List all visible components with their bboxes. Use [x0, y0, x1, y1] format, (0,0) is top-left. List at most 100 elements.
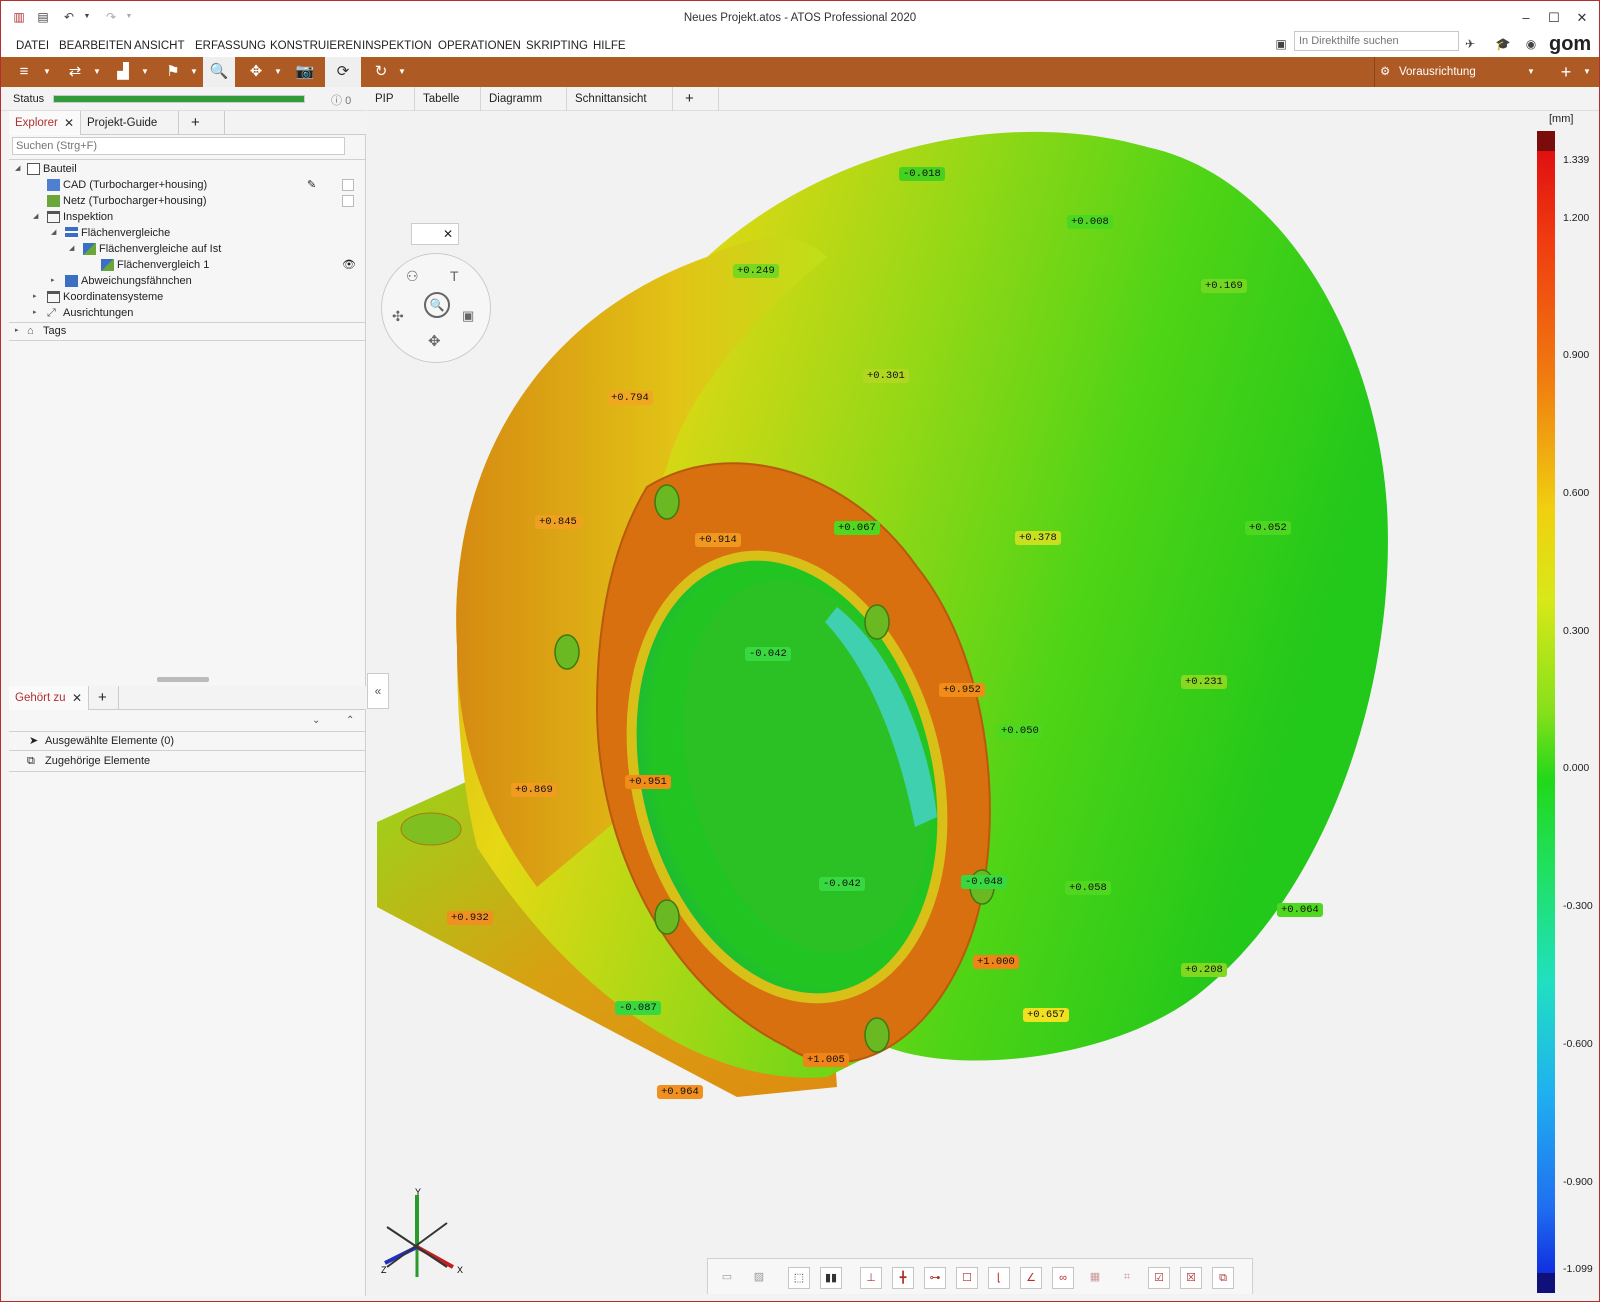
add-tab-button[interactable]: +	[179, 111, 225, 135]
menu-inspektion[interactable]: INSPEKTION	[362, 35, 432, 57]
reject-icon[interactable]: ☒	[1180, 1267, 1202, 1289]
tree-item-koordinatensysteme[interactable]: ▸ Koordinatensysteme	[9, 289, 364, 305]
expand-icon[interactable]: ▸	[15, 323, 25, 339]
visibility-checkbox[interactable]	[342, 195, 354, 207]
deviation-label[interactable]: +0.932	[447, 911, 493, 925]
text-tool-icon[interactable]: T	[450, 268, 459, 284]
deviation-label[interactable]: +0.208	[1181, 963, 1227, 977]
edit-pencil-icon[interactable]: ✎	[307, 177, 316, 193]
store-icon[interactable]: ▣	[1273, 37, 1289, 51]
label-toggle-icon[interactable]: ▭	[716, 1267, 738, 1289]
tree-item-flaechenvergleiche[interactable]: ◢ Flächenvergleiche	[9, 225, 364, 241]
deviation-label[interactable]: +0.964	[657, 1085, 703, 1099]
expand-icon[interactable]: ◢	[15, 161, 25, 177]
deviation-label[interactable]: +0.064	[1277, 903, 1323, 917]
layout-icon[interactable]: ⧉	[1212, 1267, 1234, 1289]
tree-search-input[interactable]	[12, 137, 345, 155]
zoom-tool-icon[interactable]: 🔍	[203, 57, 235, 87]
select-icon[interactable]: ⬚	[788, 1267, 810, 1289]
tree-item-ausrichtungen[interactable]: ▸ ⤢ Ausrichtungen	[9, 305, 364, 321]
menu-operationen[interactable]: OPERATIONEN	[438, 35, 521, 57]
deviation-label[interactable]: -0.087	[615, 1001, 661, 1015]
3d-viewport[interactable]: PIP Tabelle Diagramm Schnittansicht + « …	[367, 87, 1599, 1296]
collapse-panel-button[interactable]: «	[367, 673, 389, 709]
grid-icon[interactable]: ▦	[1084, 1267, 1106, 1289]
close-icon[interactable]: ✕	[443, 227, 453, 241]
menu-konstruieren[interactable]: KONSTRUIEREN	[270, 35, 361, 57]
close-window-button[interactable]: ✕	[1568, 7, 1596, 29]
help-search-input[interactable]	[1294, 31, 1459, 51]
rotate-icon[interactable]: ✣	[392, 308, 404, 325]
deviation-label[interactable]: +0.052	[1245, 521, 1291, 535]
tab-project-guide[interactable]: Projekt-Guide	[81, 111, 179, 135]
expand-all-icon[interactable]: ⌄	[312, 715, 320, 726]
align-dropdown-icon[interactable]: ▼	[93, 57, 101, 87]
deviation-label[interactable]: +0.050	[997, 724, 1043, 738]
chart-tool-icon[interactable]: ▟	[111, 57, 135, 87]
deviation-label[interactable]: +1.005	[803, 1053, 849, 1067]
tree-item-bauteil[interactable]: ◢ Bauteil	[9, 161, 364, 177]
minimize-button[interactable]: –	[1512, 7, 1540, 29]
deviation-label[interactable]: +0.794	[607, 391, 653, 405]
expand-icon[interactable]: ◢	[69, 241, 79, 257]
deviation-label[interactable]: +0.657	[1023, 1008, 1069, 1022]
menu-erfassung[interactable]: ERFASSUNG	[195, 35, 266, 57]
deviation-label[interactable]: +0.058	[1065, 881, 1111, 895]
section-icon[interactable]: ⊥	[860, 1267, 882, 1289]
tree-item-inspektion[interactable]: ◢ Inspektion	[9, 209, 364, 225]
deviation-label[interactable]: +0.869	[511, 783, 557, 797]
refresh-icon[interactable]: ⟳	[325, 57, 361, 87]
menu-datei[interactable]: DATEI	[16, 35, 49, 57]
tree-item-flaechenvergleich-1[interactable]: Flächenvergleich 1 👁	[9, 257, 364, 273]
selected-elements-row[interactable]: ➤ Ausgewählte Elemente (0)	[9, 733, 364, 749]
view-object-icon[interactable]: ⚇	[406, 268, 419, 285]
pan-icon[interactable]: ✥	[428, 332, 441, 350]
chart-dropdown-icon[interactable]: ▼	[141, 57, 149, 87]
distance-icon[interactable]: ⊶	[924, 1267, 946, 1289]
menu-bearbeiten[interactable]: BEARBEITEN	[59, 35, 132, 57]
check-icon[interactable]: ☑	[1148, 1267, 1170, 1289]
navigate-dropdown-icon[interactable]: ▼	[274, 57, 282, 87]
deviation-label[interactable]: -0.042	[819, 877, 865, 891]
expand-icon[interactable]: ▸	[33, 289, 43, 305]
deviation-label[interactable]: -0.018	[899, 167, 945, 181]
tree-item-netz[interactable]: Netz (Turbocharger+housing)	[9, 193, 364, 209]
deviation-label[interactable]: -0.048	[961, 875, 1007, 889]
deviation-label[interactable]: +0.914	[695, 533, 741, 547]
tree-item-tags[interactable]: ▸ ⌂ Tags	[9, 323, 364, 339]
recalculate-dropdown-icon[interactable]: ▼	[398, 57, 406, 87]
recalculate-icon[interactable]: ↻	[369, 57, 393, 87]
link-icon[interactable]: ∞	[1052, 1267, 1074, 1289]
menu-icon[interactable]: ≡	[13, 57, 35, 87]
bracket-icon[interactable]: ⌊	[988, 1267, 1010, 1289]
add-alignment-icon[interactable]: +	[1553, 57, 1579, 87]
tree-item-abweichungsfaehnchen[interactable]: ▸ Abweichungsfähnchen	[9, 273, 364, 289]
expand-icon[interactable]: ▸	[33, 305, 43, 321]
zoom-wheel-icon[interactable]: 🔍	[424, 292, 450, 318]
expand-icon[interactable]: ◢	[33, 209, 43, 225]
menu-dropdown-icon[interactable]: ▼	[43, 57, 51, 87]
add-dropdown-icon[interactable]: ▼	[1583, 57, 1591, 87]
deviation-label[interactable]: +0.845	[535, 515, 581, 529]
menu-skripting[interactable]: SKRIPTING	[526, 35, 588, 57]
deviation-label[interactable]: +0.249	[733, 264, 779, 278]
expand-icon[interactable]: ▸	[51, 273, 61, 289]
eye-icon[interactable]: 👁	[342, 257, 356, 273]
camera-icon[interactable]: 📷	[292, 57, 318, 87]
align-tool-icon[interactable]: ⇄	[63, 57, 87, 87]
tree-item-cad[interactable]: CAD (Turbocharger+housing) ✎	[9, 177, 364, 193]
frame-icon[interactable]: ☐	[956, 1267, 978, 1289]
menu-hilfe[interactable]: HILFE	[593, 35, 626, 57]
deviation-label[interactable]: +0.952	[939, 683, 985, 697]
tab-belongs-to[interactable]: Gehört zu ✕	[9, 686, 89, 710]
deviation-label[interactable]: +0.169	[1201, 279, 1247, 293]
related-elements-row[interactable]: ⧉ Zugehörige Elemente	[9, 753, 364, 769]
deviation-label[interactable]: +0.231	[1181, 675, 1227, 689]
cut-plane-icon[interactable]: ╋	[892, 1267, 914, 1289]
deviation-label[interactable]: +1.000	[973, 955, 1019, 969]
tree-item-flaechenvergleiche-auf-ist[interactable]: ◢ Flächenvergleiche auf Ist	[9, 241, 364, 257]
expand-icon[interactable]: ◢	[51, 225, 61, 241]
deviation-label[interactable]: +0.301	[863, 369, 909, 383]
academy-icon[interactable]: 🎓	[1495, 37, 1511, 51]
close-tab-icon[interactable]: ✕	[72, 686, 82, 710]
